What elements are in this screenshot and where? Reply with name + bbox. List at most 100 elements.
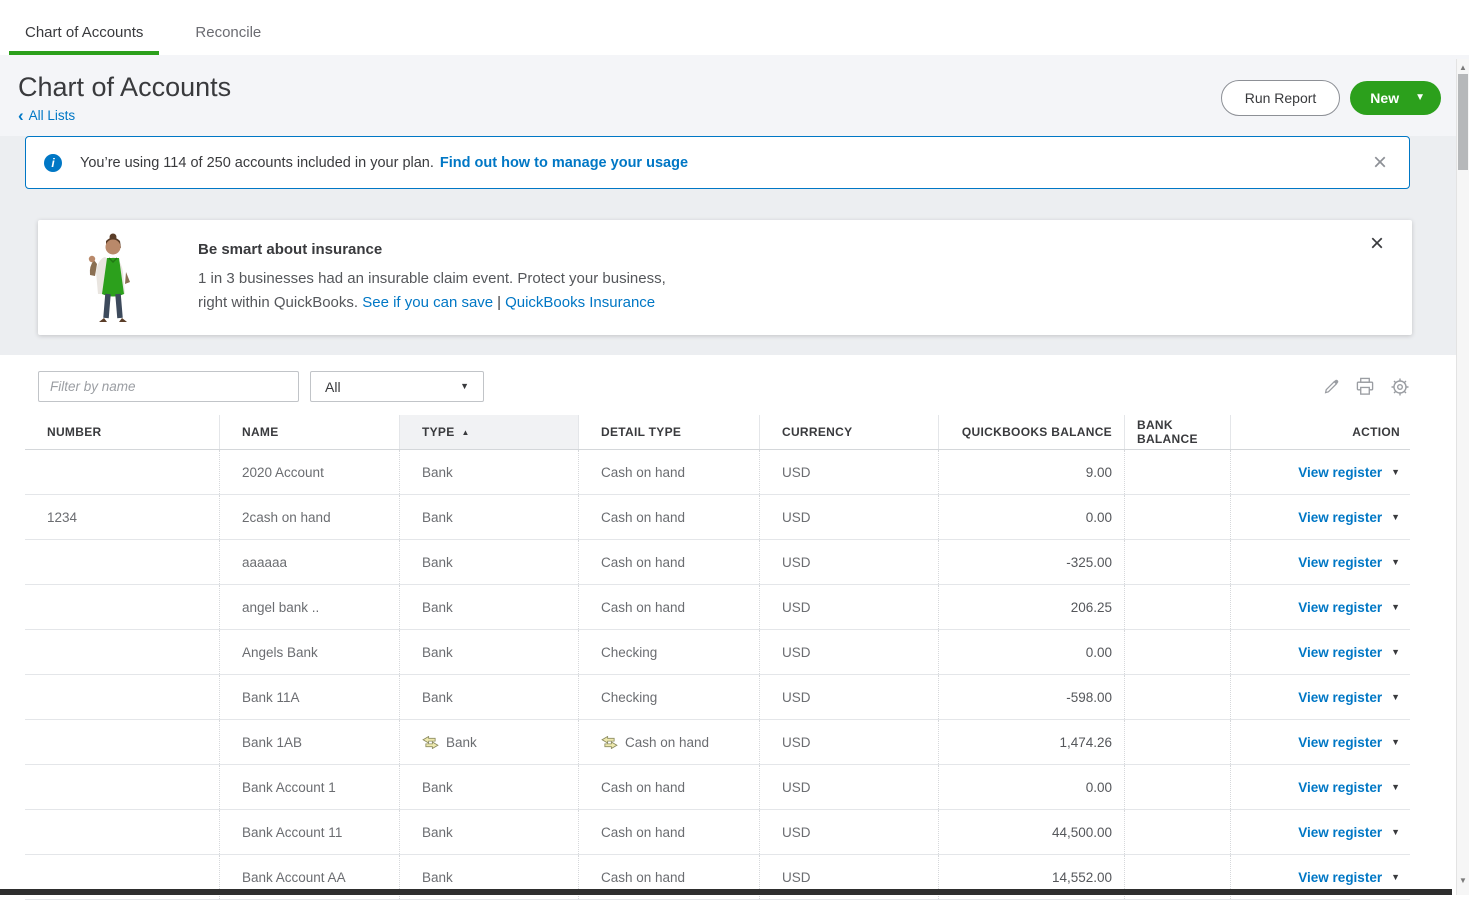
table-header-row: NUMBER NAME TYPE ▲ DETAIL TYPE CURRENCY … [25, 415, 1410, 450]
column-header-name[interactable]: NAME [219, 415, 399, 449]
cell-bank-balance [1124, 765, 1230, 809]
quickbooks-insurance-link[interactable]: QuickBooks Insurance [505, 294, 655, 311]
view-register-link[interactable]: View register [1298, 555, 1382, 570]
view-register-link[interactable]: View register [1298, 510, 1382, 525]
cell-type: Bank [399, 585, 578, 629]
cell-action: View register ▼ [1230, 450, 1410, 494]
cell-currency: USD [759, 450, 938, 494]
column-header-detail-type[interactable]: DETAIL TYPE [578, 415, 759, 449]
cell-quickbooks-balance: 206.25 [938, 585, 1124, 629]
cell-type: Bank [399, 630, 578, 674]
cell-action: View register ▼ [1230, 630, 1410, 674]
scrollbar-up-icon[interactable]: ▲ [1457, 63, 1469, 72]
cell-bank-balance [1124, 675, 1230, 719]
gear-icon[interactable] [1390, 377, 1410, 397]
column-header-number[interactable]: NUMBER [25, 415, 219, 449]
link-divider: | [493, 294, 505, 311]
cell-currency: USD [759, 630, 938, 674]
type-filter-select[interactable]: All ▼ [310, 371, 484, 402]
manage-usage-link[interactable]: Find out how to manage your usage [440, 155, 688, 171]
column-header-bank-balance[interactable]: BANK BALANCE [1124, 415, 1230, 449]
insurance-banner-close-icon[interactable]: × [1370, 232, 1384, 256]
cell-bank-balance [1124, 630, 1230, 674]
scrollbar-thumb[interactable] [1458, 74, 1468, 170]
row-action-caret-icon[interactable]: ▼ [1391, 828, 1400, 837]
row-action-caret-icon[interactable]: ▼ [1391, 783, 1400, 792]
cell-bank-balance [1124, 495, 1230, 539]
view-register-link[interactable]: View register [1298, 690, 1382, 705]
row-action-caret-icon[interactable]: ▼ [1391, 513, 1400, 522]
cell-number [25, 585, 219, 629]
cell-name: angel bank .. [219, 585, 399, 629]
all-lists-label: All Lists [29, 108, 76, 123]
cell-type: Bank [399, 450, 578, 494]
cell-action: View register ▼ [1230, 540, 1410, 584]
cell-action: View register ▼ [1230, 765, 1410, 809]
cell-quickbooks-balance: -325.00 [938, 540, 1124, 584]
cell-action: View register ▼ [1230, 810, 1410, 854]
view-register-link[interactable]: View register [1298, 735, 1382, 750]
insurance-banner-body: Be smart about insurance 1 in 3 business… [198, 241, 666, 315]
cell-quickbooks-balance: 9.00 [938, 450, 1124, 494]
cell-detail-type: Cash on hand [578, 585, 759, 629]
row-action-caret-icon[interactable]: ▼ [1391, 693, 1400, 702]
tab-reconcile[interactable]: Reconcile [195, 24, 261, 55]
run-report-button[interactable]: Run Report [1221, 80, 1341, 116]
row-action-caret-icon[interactable]: ▼ [1391, 648, 1400, 657]
bottom-dark-bar [0, 889, 1452, 895]
row-action-caret-icon[interactable]: ▼ [1391, 873, 1400, 882]
column-header-type[interactable]: TYPE ▲ [399, 415, 578, 449]
see-if-you-can-save-link[interactable]: See if you can save [362, 294, 493, 311]
column-header-quickbooks-balance[interactable]: QUICKBOOKS BALANCE [938, 415, 1124, 449]
row-action-caret-icon[interactable]: ▼ [1391, 738, 1400, 747]
swap-arrows-icon [601, 736, 618, 749]
cell-detail-type: Checking [578, 675, 759, 719]
row-action-caret-icon[interactable]: ▼ [1391, 468, 1400, 477]
type-filter-value: All [325, 379, 341, 395]
table-row: 2020 AccountBankCash on handUSD9.00View … [25, 450, 1410, 495]
cell-action: View register ▼ [1230, 675, 1410, 719]
cell-detail-type: Cash on hand [578, 810, 759, 854]
cell-quickbooks-balance: 0.00 [938, 765, 1124, 809]
cell-currency: USD [759, 810, 938, 854]
cell-name: 2020 Account [219, 450, 399, 494]
tab-chart-of-accounts[interactable]: Chart of Accounts [9, 24, 159, 55]
table-body: 2020 AccountBankCash on handUSD9.00View … [25, 450, 1410, 900]
insurance-banner-text: 1 in 3 businesses had an insurable claim… [198, 267, 666, 315]
row-action-caret-icon[interactable]: ▼ [1391, 558, 1400, 567]
scrollbar-down-icon[interactable]: ▼ [1457, 876, 1469, 885]
cell-number [25, 765, 219, 809]
usage-banner: i You’re using 114 of 250 accounts inclu… [25, 136, 1410, 189]
view-register-link[interactable]: View register [1298, 825, 1382, 840]
new-button-caret-icon[interactable]: ▼ [1415, 93, 1425, 103]
view-register-link[interactable]: View register [1298, 870, 1382, 885]
table-row: Bank Account 1BankCash on handUSD0.00Vie… [25, 765, 1410, 810]
top-tabs: Chart of Accounts Reconcile [0, 0, 1469, 55]
printer-icon[interactable] [1355, 377, 1375, 396]
pencil-icon[interactable] [1322, 378, 1340, 396]
row-action-caret-icon[interactable]: ▼ [1391, 603, 1400, 612]
vertical-scrollbar[interactable]: ▲ ▼ [1456, 59, 1469, 895]
filter-by-name-input[interactable] [38, 371, 299, 402]
column-header-action[interactable]: ACTION [1230, 415, 1410, 449]
view-register-link[interactable]: View register [1298, 645, 1382, 660]
view-register-link[interactable]: View register [1298, 780, 1382, 795]
type-filter-caret-icon: ▼ [460, 382, 469, 391]
sort-asc-icon: ▲ [462, 428, 470, 437]
cell-detail-type: Cash on hand [578, 495, 759, 539]
column-header-currency[interactable]: CURRENCY [759, 415, 938, 449]
table-toolbar [1322, 377, 1410, 397]
page-header-left: Chart of Accounts ‹ All Lists [18, 72, 231, 124]
view-register-link[interactable]: View register [1298, 465, 1382, 480]
column-header-type-label: TYPE [422, 425, 455, 439]
cell-bank-balance [1124, 810, 1230, 854]
cell-type: Bank [399, 675, 578, 719]
all-lists-link[interactable]: ‹ All Lists [18, 107, 231, 124]
view-register-link[interactable]: View register [1298, 600, 1382, 615]
cell-bank-balance [1124, 540, 1230, 584]
cell-currency: USD [759, 585, 938, 629]
table-row: Bank Account 11BankCash on handUSD44,500… [25, 810, 1410, 855]
new-button[interactable]: New ▼ [1350, 81, 1441, 115]
usage-banner-close-icon[interactable]: × [1373, 151, 1387, 175]
page-title: Chart of Accounts [18, 72, 231, 103]
